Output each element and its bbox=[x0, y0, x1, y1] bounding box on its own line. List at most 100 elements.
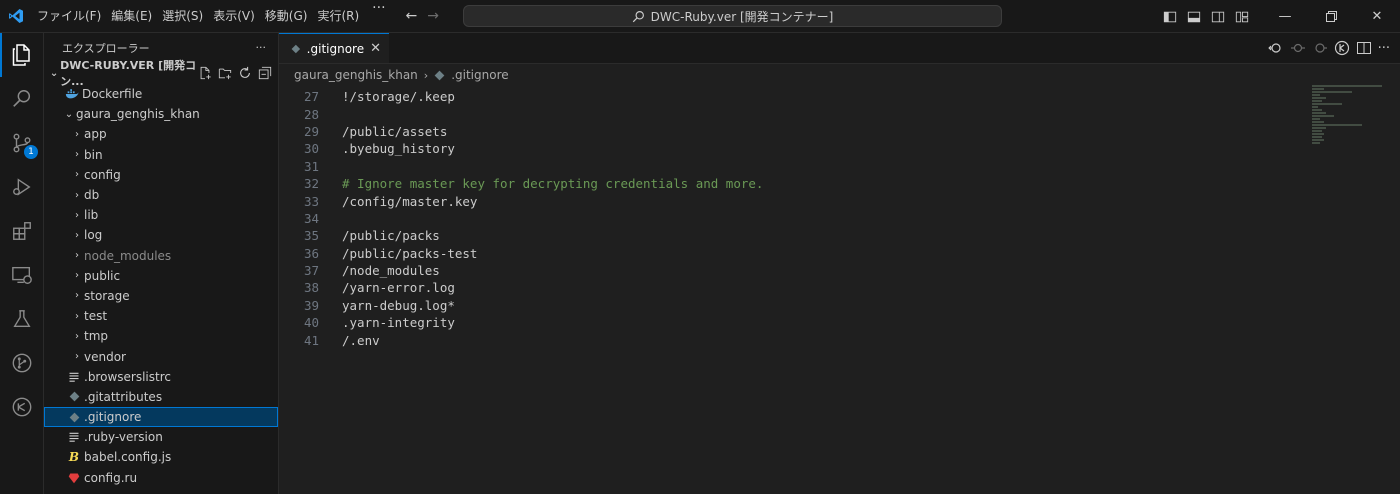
collapse-all-icon[interactable] bbox=[258, 66, 272, 80]
git-file-icon bbox=[66, 391, 82, 402]
git-graph-icon[interactable] bbox=[0, 341, 44, 385]
explorer-icon[interactable] bbox=[0, 33, 44, 77]
code-line: 30 .byebug_history bbox=[279, 140, 1309, 157]
title-bar: ファイル(F) 編集(E) 選択(S) 表示(V) 移動(G) 実行(R) ··… bbox=[0, 0, 1400, 33]
tree-item[interactable]: › vendor bbox=[44, 346, 278, 366]
tab-label: .gitignore bbox=[306, 41, 365, 56]
tree-item[interactable]: ⌄ gaura_genghis_khan bbox=[44, 104, 278, 124]
tree-item[interactable]: › tmp bbox=[44, 326, 278, 346]
code-editor[interactable]: 27 !/storage/.keep 28 29/public/assets 30 .by… bbox=[279, 88, 1309, 349]
code-line: 37/node_modules bbox=[279, 262, 1309, 279]
remote-explorer-icon[interactable] bbox=[0, 253, 44, 297]
source-control-icon[interactable]: 1 bbox=[0, 121, 44, 165]
line-text: .byebug_history bbox=[342, 141, 455, 157]
menu-run[interactable]: 実行(R) bbox=[312, 0, 364, 33]
tree-item[interactable]: .gitignore bbox=[44, 407, 278, 428]
tree-item[interactable]: › storage bbox=[44, 286, 278, 306]
code-line: 34 bbox=[279, 210, 1309, 227]
tree-item[interactable]: .ruby-version bbox=[44, 427, 278, 447]
extensions-icon[interactable] bbox=[0, 209, 44, 253]
close-tab-icon[interactable]: ✕ bbox=[370, 41, 381, 56]
customize-layout-icon[interactable] bbox=[1230, 0, 1254, 33]
breadcrumb-folder[interactable]: gaura_genghis_khan bbox=[294, 68, 418, 82]
tree-item-label: babel.config.js bbox=[84, 450, 172, 465]
tree-item-label: bin bbox=[84, 147, 103, 162]
docker-icon[interactable] bbox=[0, 385, 44, 429]
tree-item[interactable]: › lib bbox=[44, 205, 278, 225]
more-actions-icon[interactable]: ··· bbox=[1378, 41, 1390, 56]
refresh-icon[interactable] bbox=[238, 66, 252, 80]
line-number: 36 bbox=[303, 245, 319, 261]
back-arrow-icon[interactable]: ← bbox=[406, 8, 418, 24]
chevron-right-icon: › bbox=[75, 290, 79, 302]
tree-item[interactable]: › test bbox=[44, 306, 278, 326]
new-file-icon[interactable] bbox=[198, 66, 212, 80]
workspace-root[interactable]: ⌄ DWC-RUBY.VER [開発コン... bbox=[44, 59, 278, 88]
chevron-right-icon: › bbox=[75, 189, 79, 201]
testing-icon[interactable] bbox=[0, 297, 44, 341]
menu-go[interactable]: 移動(G) bbox=[260, 0, 313, 33]
tree-item[interactable]: config.ru bbox=[44, 468, 278, 488]
line-number: 41 bbox=[303, 332, 319, 348]
code-line: 29/public/assets bbox=[279, 123, 1309, 140]
text-file-icon bbox=[66, 371, 82, 383]
line-number: 30 bbox=[303, 141, 319, 157]
tree-item-label: .gitignore bbox=[84, 410, 142, 425]
line-number: 27 bbox=[303, 89, 319, 105]
command-center[interactable]: DWC-Ruby.ver [開発コンテナー] bbox=[463, 5, 1002, 27]
docker-icon bbox=[64, 88, 80, 100]
tree-item[interactable]: › node_modules bbox=[44, 246, 278, 266]
tree-item-label: config.ru bbox=[84, 470, 138, 485]
explorer-title: エクスプローラー bbox=[62, 41, 150, 55]
tree-item-label: .browserslistrc bbox=[84, 369, 171, 384]
line-text: /public/assets bbox=[342, 123, 448, 139]
tree-item[interactable]: › log bbox=[44, 225, 278, 245]
menu-file[interactable]: ファイル(F) bbox=[32, 0, 106, 33]
search-icon[interactable] bbox=[0, 77, 44, 121]
line-number: 35 bbox=[303, 228, 319, 244]
source-control-badge: 1 bbox=[24, 145, 38, 159]
tree-item[interactable]: › db bbox=[44, 185, 278, 205]
explorer-more-button[interactable]: ··· bbox=[256, 41, 267, 54]
tab-bar: .gitignore ✕ ··· bbox=[279, 33, 1400, 64]
editor-area: .gitignore ✕ ··· gaura_genghis_khan › .g… bbox=[279, 33, 1400, 494]
line-text: .yarn-integrity bbox=[342, 315, 455, 331]
toggle-secondary-sidebar-icon[interactable] bbox=[1206, 0, 1230, 33]
code-line: 40 .yarn-integrity bbox=[279, 314, 1309, 331]
tree-item[interactable]: › bin bbox=[44, 145, 278, 165]
new-folder-icon[interactable] bbox=[218, 66, 232, 80]
vscode-logo-icon bbox=[0, 8, 32, 24]
restore-button[interactable] bbox=[1308, 0, 1354, 33]
toggle-panel-icon[interactable] bbox=[1182, 0, 1206, 33]
tree-item[interactable]: › public bbox=[44, 266, 278, 286]
git-history-icon[interactable] bbox=[1334, 40, 1350, 56]
menu-more-button[interactable]: ··· bbox=[364, 0, 393, 33]
menu-edit[interactable]: 編集(E) bbox=[106, 0, 157, 33]
menu-view[interactable]: 表示(V) bbox=[208, 0, 260, 33]
chevron-right-icon: › bbox=[423, 68, 429, 82]
previous-change-icon[interactable] bbox=[1290, 40, 1306, 56]
minimize-button[interactable]: — bbox=[1262, 0, 1308, 33]
close-window-button[interactable]: ✕ bbox=[1354, 0, 1400, 33]
run-debug-icon[interactable] bbox=[0, 165, 44, 209]
menu-selection[interactable]: 選択(S) bbox=[157, 0, 208, 33]
chevron-right-icon: › bbox=[75, 169, 79, 181]
split-editor-icon[interactable] bbox=[1356, 40, 1372, 56]
line-text: /public/packs bbox=[342, 228, 440, 244]
toggle-primary-sidebar-icon[interactable] bbox=[1158, 0, 1182, 33]
chevron-right-icon: › bbox=[75, 209, 79, 221]
tree-item[interactable]: › app bbox=[44, 124, 278, 144]
tree-item[interactable]: › config bbox=[44, 165, 278, 185]
minimap[interactable] bbox=[1312, 85, 1392, 155]
tab-gitignore[interactable]: .gitignore ✕ bbox=[279, 33, 389, 63]
tree-item[interactable]: .browserslistrc bbox=[44, 367, 278, 387]
next-change-icon[interactable] bbox=[1312, 40, 1328, 56]
tree-item[interactable]: .gitattributes bbox=[44, 387, 278, 407]
chevron-right-icon: › bbox=[75, 128, 79, 140]
tree-item[interactable]: Bbabel.config.js bbox=[44, 447, 278, 467]
tree-item-label: Dockerfile bbox=[82, 87, 143, 102]
nav-arrows: ← → bbox=[406, 8, 439, 24]
forward-arrow-icon[interactable]: → bbox=[427, 8, 439, 24]
breadcrumb-file[interactable]: .gitignore bbox=[451, 68, 508, 82]
open-changes-icon[interactable] bbox=[1267, 40, 1284, 56]
